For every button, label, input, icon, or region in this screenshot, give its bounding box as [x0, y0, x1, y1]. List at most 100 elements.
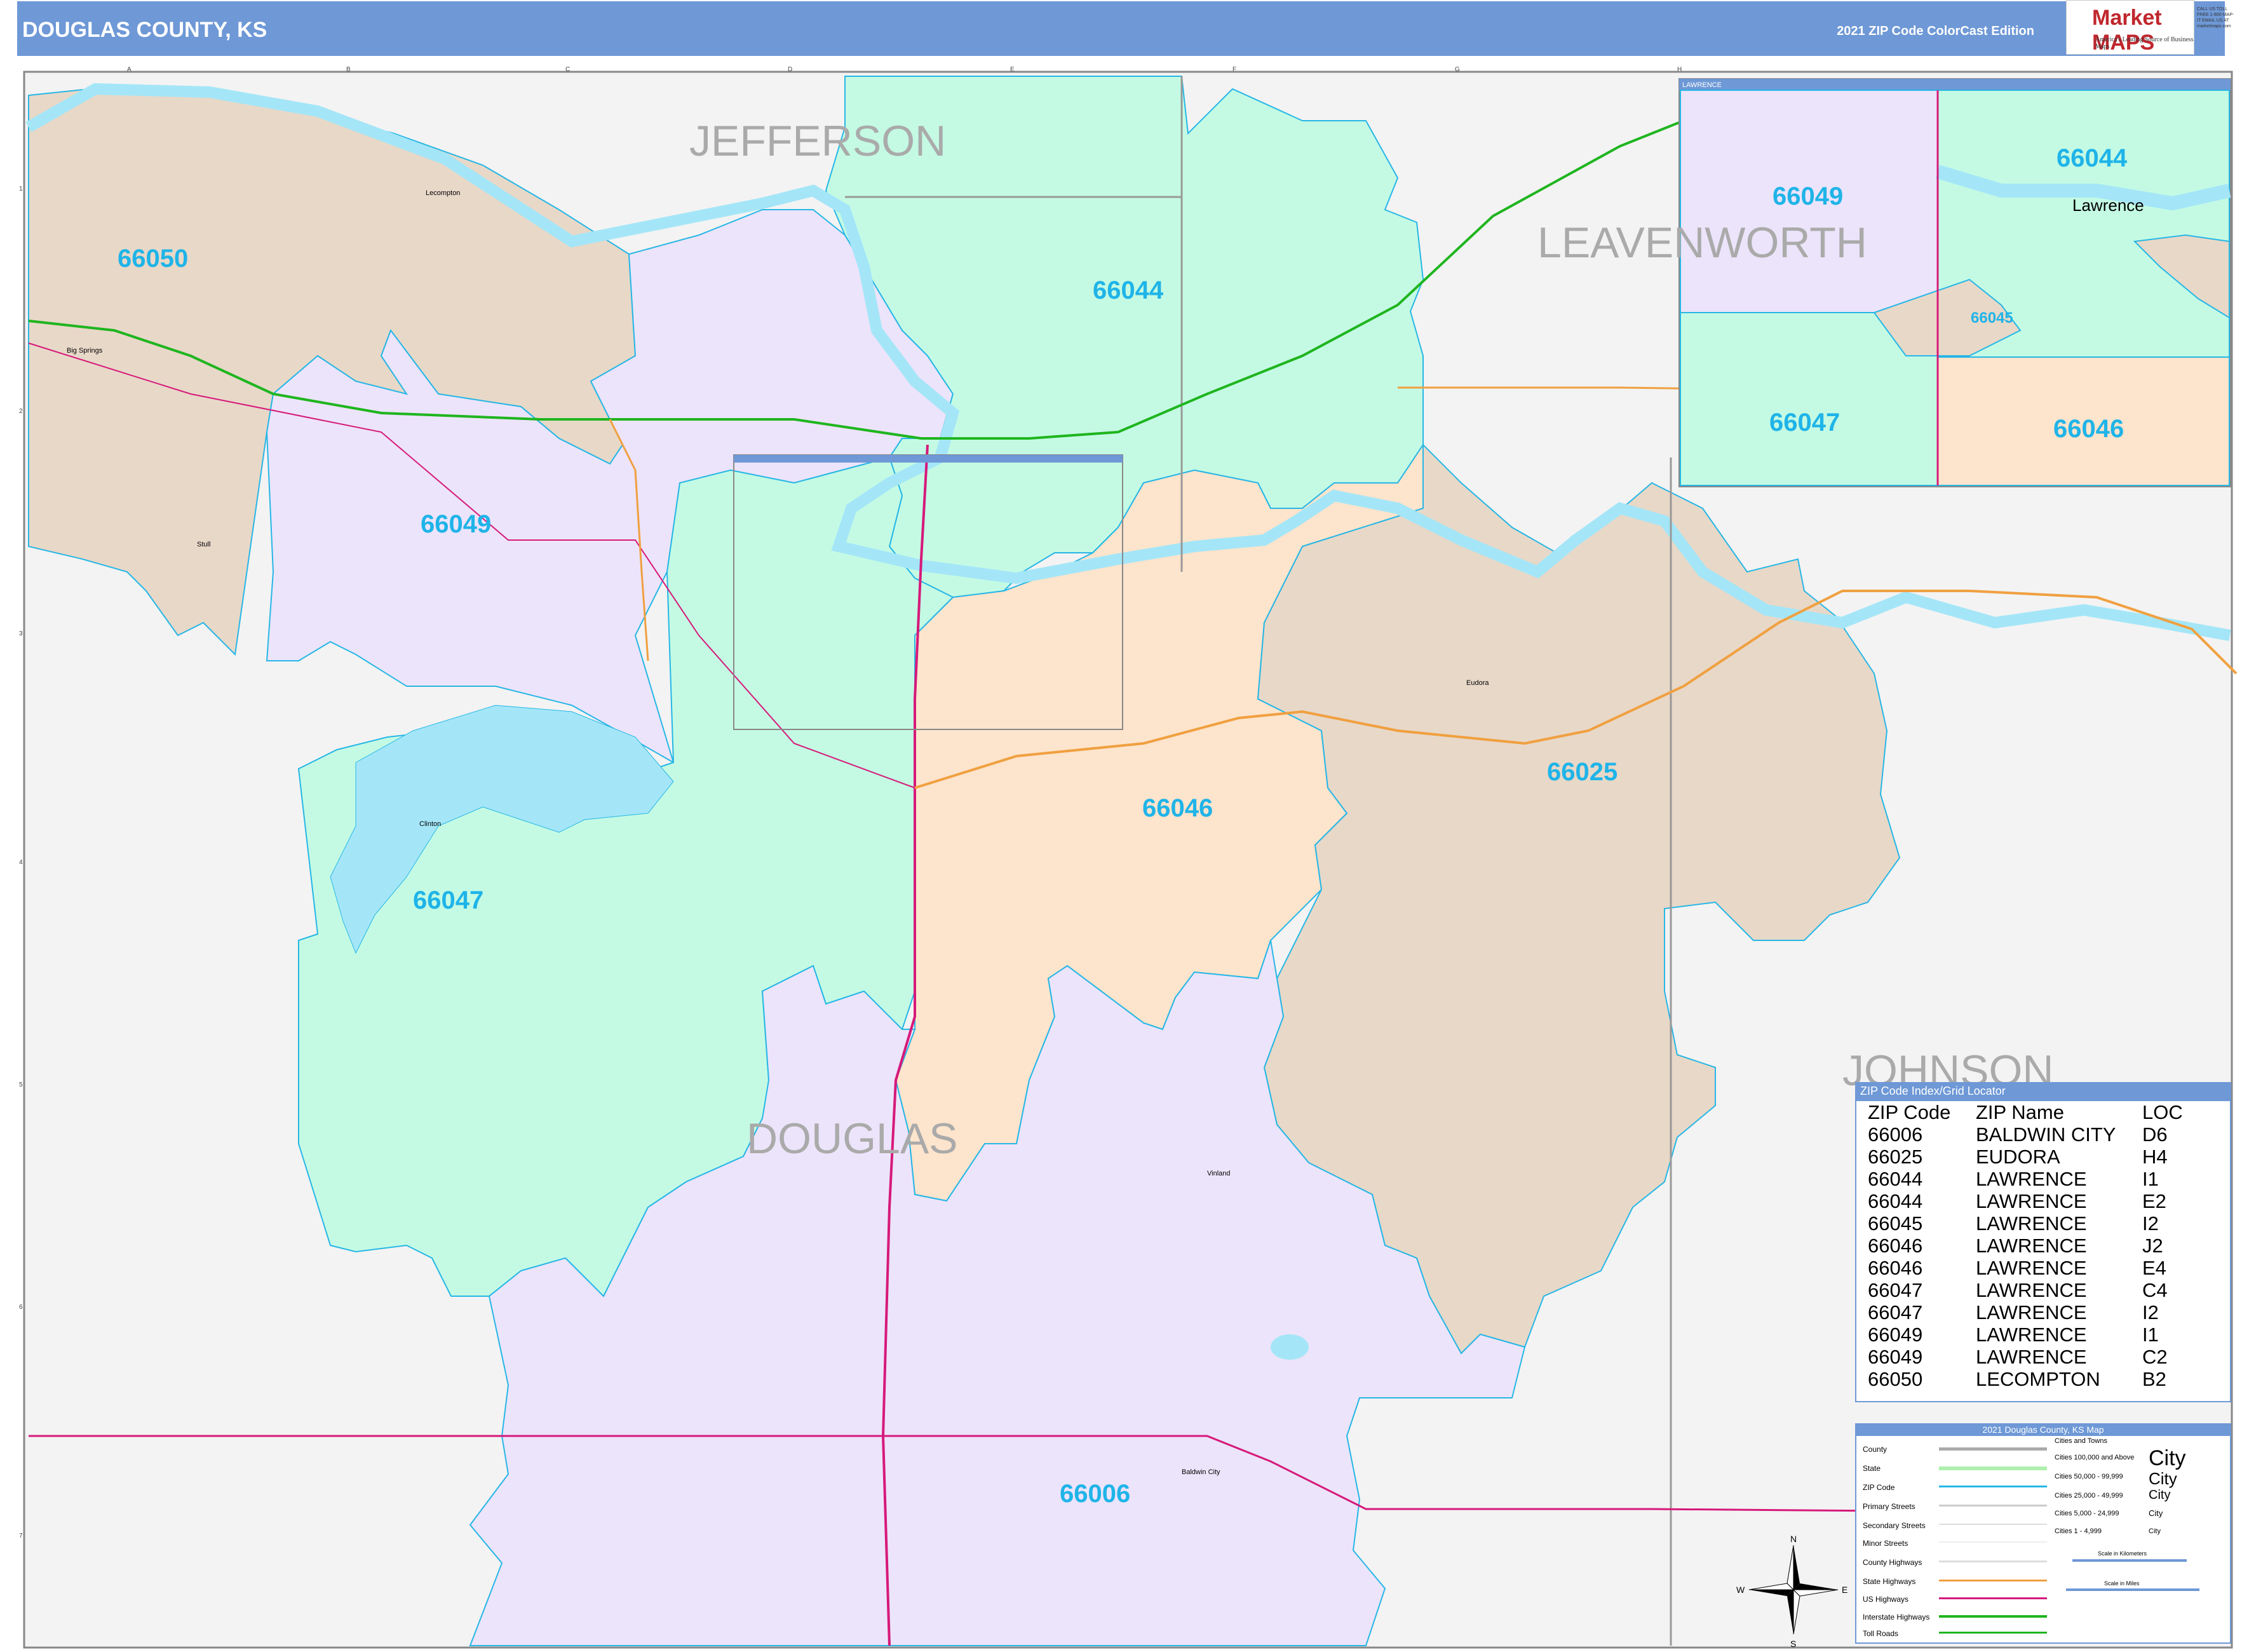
zip-index-row: 66006 BALDWIN CITY D6: [1856, 1123, 2230, 1146]
zip-name: BALDWIN CITY: [1976, 1123, 2116, 1146]
zip-index-header-zip: ZIP Code: [1868, 1101, 1951, 1123]
zip-name: LAWRENCE: [1976, 1324, 2087, 1346]
zip-index-row: 66025 EUDORA H4: [1856, 1146, 2230, 1168]
zip-label-66050: 66050: [118, 245, 188, 273]
zip-name: LAWRENCE: [1976, 1257, 2087, 1279]
grid-row-2: 2: [19, 408, 23, 415]
compass-s: S: [1790, 1639, 1796, 1649]
legend-county-hwy: County Highways: [1863, 1558, 1922, 1567]
map-legend: 2021 Douglas County, KS Map County State…: [1855, 1423, 2231, 1644]
zip-code-index: ZIP Code Index/Grid Locator ZIP Code ZIP…: [1855, 1082, 2231, 1402]
grid-col-d: D: [788, 66, 792, 73]
town-stull: Stull: [197, 541, 210, 548]
compass-n: N: [1790, 1534, 1797, 1544]
town-vinland: Vinland: [1207, 1170, 1231, 1177]
legend-primary-line: [1939, 1505, 2047, 1506]
zip-code: 66049: [1868, 1324, 1923, 1346]
zip-code: 66046: [1868, 1235, 1923, 1257]
lawrence-inset: [1678, 78, 2231, 487]
legend-city-sym-4: City: [2149, 1508, 2163, 1518]
legend-minor: Minor Streets: [1863, 1539, 1908, 1548]
zip-index-title: ZIP Code Index/Grid Locator: [1856, 1083, 2230, 1101]
zip-code: 66049: [1868, 1346, 1923, 1368]
legend-toll: Toll Roads: [1863, 1629, 1899, 1638]
zip-index-header-name: ZIP Name: [1976, 1101, 2064, 1123]
zip-label-66046: 66046: [1142, 794, 1213, 822]
zip-loc: C4: [2142, 1279, 2168, 1301]
legend-city-sym-3: City: [2149, 1488, 2171, 1502]
town-big-springs: Big Springs: [67, 347, 103, 355]
zip-name: LAWRENCE: [1976, 1346, 2087, 1368]
zip-index-row: 66044 LAWRENCE E2: [1856, 1190, 2230, 1212]
zip-loc: D6: [2142, 1123, 2168, 1146]
legend-scale-mi-bar: [2066, 1588, 2199, 1591]
county-label-jefferson: JEFFERSON: [689, 117, 946, 165]
grid-row-5: 5: [19, 1081, 23, 1088]
zip-index-row: 66049 LAWRENCE C2: [1856, 1346, 2230, 1368]
lake-baldwin: [1271, 1334, 1309, 1360]
town-eudora: Eudora: [1466, 679, 1489, 687]
inset-title: LAWRENCE: [1682, 81, 1722, 89]
zip-index-row: 66045 LAWRENCE I2: [1856, 1212, 2230, 1235]
grid-row-3: 3: [19, 630, 23, 637]
grid-row-7: 7: [19, 1533, 23, 1540]
legend-primary: Primary Streets: [1863, 1502, 1915, 1511]
legend-city-tier-2: Cities 50,000 - 99,999: [2055, 1473, 2123, 1480]
zip-index-row: 66046 LAWRENCE J2: [1856, 1235, 2230, 1257]
grid-row-1: 1: [19, 186, 23, 193]
legend-zip: ZIP Code: [1863, 1483, 1895, 1492]
zip-loc: J2: [2142, 1235, 2163, 1257]
legend-county-hwy-line: [1939, 1561, 2047, 1562]
legend-us-hwy-line: [1939, 1597, 2047, 1599]
zip-code: 66044: [1868, 1190, 1923, 1212]
grid-col-b: B: [346, 66, 351, 73]
legend-scale-km-bar: [2072, 1559, 2187, 1562]
legend-state-hwy: State Highways: [1863, 1577, 1916, 1586]
zip-loc: I1: [2142, 1168, 2159, 1190]
zip-loc: I2: [2142, 1301, 2159, 1324]
inset-city-label: Lawrence: [2072, 196, 2144, 215]
legend-toll-line: [1939, 1632, 2047, 1634]
lawrence-locator-header: [734, 455, 1123, 463]
grid-row-6: 6: [19, 1304, 23, 1311]
zip-loc: H4: [2142, 1146, 2168, 1168]
zip-name: LAWRENCE: [1976, 1235, 2087, 1257]
legend-city-tier-4: Cities 5,000 - 24,999: [2055, 1510, 2119, 1517]
zip-code: 66044: [1868, 1168, 1923, 1190]
county-label-leavenworth: LEAVENWORTH: [1537, 219, 1867, 267]
legend-county: County: [1863, 1445, 1887, 1454]
zip-label-66044: 66044: [1093, 276, 1164, 304]
zip-code: 66046: [1868, 1257, 1923, 1279]
legend-state-line: [1939, 1466, 2047, 1470]
county-label-douglas: DOUGLAS: [746, 1114, 958, 1163]
legend-cities-title: Cities and Towns: [2055, 1437, 2107, 1445]
legend-city-tier-5: Cities 1 - 4,999: [2055, 1527, 2102, 1535]
zip-code: 66025: [1868, 1146, 1923, 1168]
legend-scale-km: Scale in Kilometers: [2098, 1550, 2147, 1557]
legend-secondary-line: [1939, 1524, 2047, 1525]
grid-col-f: F: [1232, 66, 1236, 73]
map-canvas[interactable]: A B C D E F G H 1 2 3 4 5 6 7 JEFFERSON …: [0, 0, 2242, 1652]
zip-name: LAWRENCE: [1976, 1212, 2087, 1235]
legend-city-sym-5: City: [2149, 1527, 2161, 1535]
zip-name: LAWRENCE: [1976, 1301, 2087, 1324]
grid-row-4: 4: [19, 859, 23, 866]
zip-loc: I2: [2142, 1212, 2159, 1235]
zip-index-header-loc: LOC: [2142, 1101, 2183, 1123]
legend-scale-mi: Scale in Miles: [2104, 1580, 2140, 1587]
zip-index-row: 66049 LAWRENCE I1: [1856, 1324, 2230, 1346]
zip-loc: B2: [2142, 1368, 2166, 1390]
legend-interstate-line: [1939, 1615, 2047, 1618]
inset-header: [1679, 79, 2231, 90]
zip-index-header-row: ZIP Code ZIP Name LOC: [1856, 1101, 2230, 1123]
zip-name: EUDORA: [1976, 1146, 2060, 1168]
legend-city-sym-2: City: [2149, 1469, 2177, 1488]
town-clinton: Clinton: [419, 820, 441, 828]
zip-label-66025: 66025: [1547, 758, 1617, 786]
zip-loc: C2: [2142, 1346, 2168, 1368]
legend-interstate: Interstate Highways: [1863, 1613, 1930, 1622]
zip-name: LAWRENCE: [1976, 1168, 2087, 1190]
legend-state: State: [1863, 1464, 1881, 1473]
zip-name: LAWRENCE: [1976, 1279, 2087, 1301]
town-baldwin-city: Baldwin City: [1182, 1468, 1220, 1476]
